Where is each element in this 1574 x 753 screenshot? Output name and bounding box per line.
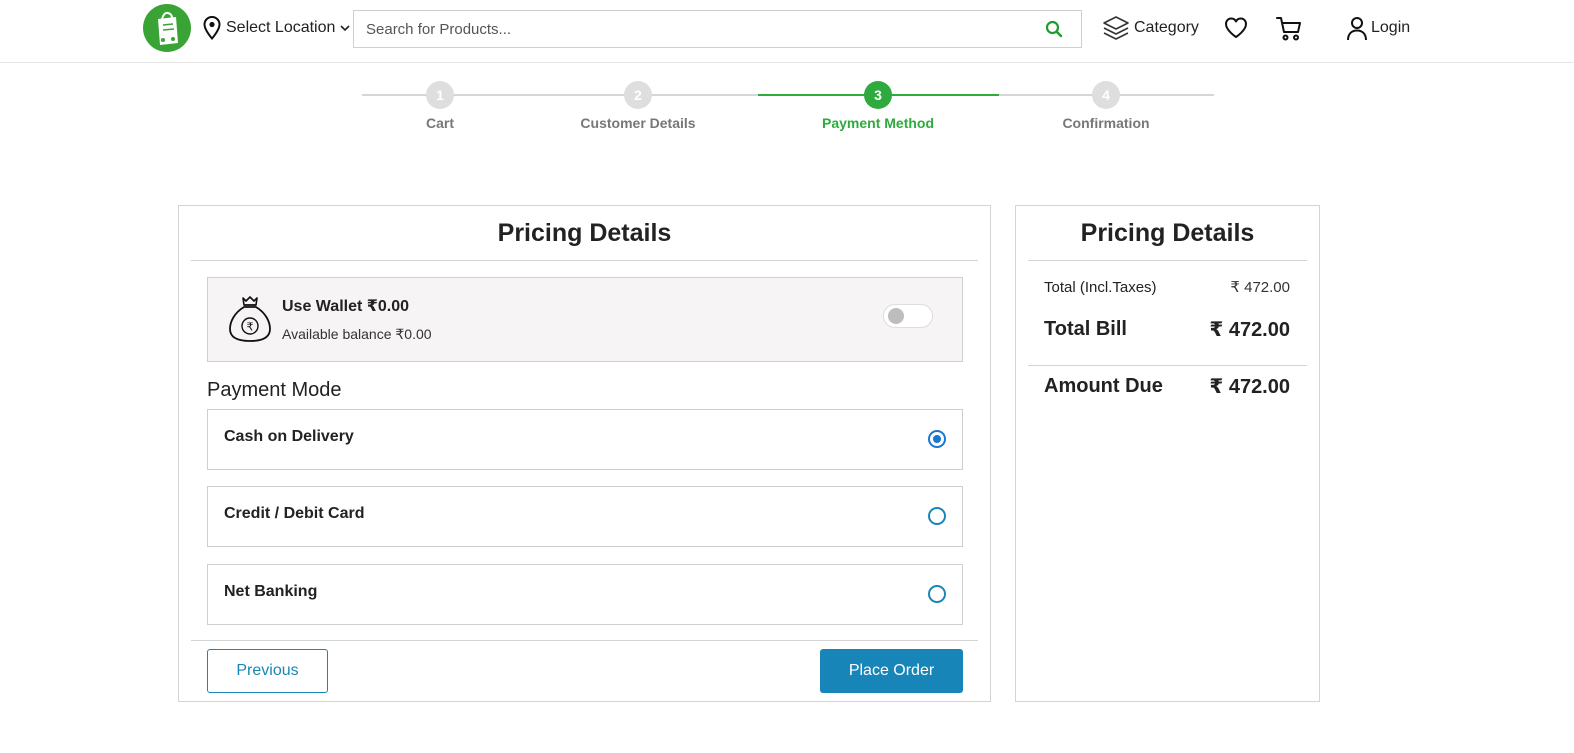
login-button[interactable]: Login bbox=[1346, 14, 1410, 42]
payment-card-title: Pricing Details bbox=[191, 206, 978, 261]
card-footer-divider bbox=[191, 640, 978, 641]
shopping-bag-logo-icon bbox=[158, 11, 178, 45]
select-location[interactable]: Select Location bbox=[203, 15, 350, 41]
radio-button[interactable] bbox=[928, 507, 946, 525]
login-label: Login bbox=[1371, 19, 1411, 36]
chevron-down-icon bbox=[340, 25, 350, 32]
payment-option-netbanking[interactable]: Net Banking bbox=[207, 564, 963, 625]
step-3-label: Payment Method bbox=[821, 115, 935, 131]
step-3-circle[interactable]: 3 bbox=[864, 81, 892, 109]
step-1-label: Cart bbox=[425, 115, 455, 131]
total-bill-value: ₹ 472.00 bbox=[1209, 319, 1290, 341]
checkout-stepper: 1 Cart 2 Customer Details 3 Payment Meth… bbox=[362, 80, 1214, 140]
place-order-button[interactable]: Place Order bbox=[820, 649, 963, 693]
search-button[interactable] bbox=[1027, 11, 1081, 47]
step-4-circle[interactable]: 4 bbox=[1092, 81, 1120, 109]
brand-logo[interactable] bbox=[143, 4, 191, 52]
total-incl-taxes-row: Total (Incl.Taxes) ₹ 472.00 bbox=[1044, 278, 1290, 297]
top-header: Select Location Category bbox=[0, 0, 1574, 63]
step-2-label: Customer Details bbox=[580, 115, 696, 131]
summary-divider bbox=[1028, 365, 1307, 366]
payment-card: Pricing Details ₹ Use Wallet ₹0.00 Avail… bbox=[178, 205, 991, 702]
location-pin-icon bbox=[203, 16, 221, 40]
amount-due-row: Amount Due ₹ 472.00 bbox=[1044, 374, 1290, 399]
payment-option-card[interactable]: Credit / Debit Card bbox=[207, 486, 963, 547]
total-bill-row: Total Bill ₹ 472.00 bbox=[1044, 317, 1290, 342]
search-icon bbox=[1045, 20, 1063, 38]
pricing-summary-card: Pricing Details Total (Incl.Taxes) ₹ 472… bbox=[1015, 205, 1320, 702]
step-2-circle[interactable]: 2 bbox=[624, 81, 652, 109]
amount-due-label: Amount Due bbox=[1044, 375, 1163, 397]
category-menu[interactable]: Category bbox=[1102, 14, 1199, 42]
payment-mode-heading: Payment Mode bbox=[207, 379, 342, 401]
payment-option-label: Cash on Delivery bbox=[224, 428, 354, 445]
user-icon bbox=[1347, 17, 1367, 41]
wallet-toggle[interactable] bbox=[883, 304, 933, 328]
search-input[interactable] bbox=[354, 11, 1027, 47]
shopping-cart-icon bbox=[1276, 17, 1301, 41]
toggle-knob bbox=[888, 308, 904, 324]
wishlist-button[interactable] bbox=[1223, 15, 1249, 41]
svg-text:₹: ₹ bbox=[247, 321, 254, 334]
wallet-balance: Available balance ₹0.00 bbox=[282, 326, 432, 342]
radio-button-selected[interactable] bbox=[928, 430, 946, 448]
payment-option-cod[interactable]: Cash on Delivery bbox=[207, 409, 963, 470]
heart-icon bbox=[1225, 17, 1247, 38]
step-1-circle[interactable]: 1 bbox=[426, 81, 454, 109]
previous-button[interactable]: Previous bbox=[207, 649, 328, 693]
stepper-line-completed bbox=[362, 94, 758, 96]
cart-button[interactable] bbox=[1275, 15, 1303, 43]
total-bill-label: Total Bill bbox=[1044, 318, 1127, 340]
wallet-title: Use Wallet ₹0.00 bbox=[282, 298, 410, 315]
total-value: ₹ 472.00 bbox=[1230, 279, 1290, 296]
location-label: Select Location bbox=[226, 19, 336, 36]
category-label: Category bbox=[1134, 19, 1199, 36]
radio-button[interactable] bbox=[928, 585, 946, 603]
summary-card-title: Pricing Details bbox=[1028, 206, 1307, 261]
money-bag-icon: ₹ bbox=[229, 296, 271, 342]
search-bar bbox=[353, 10, 1082, 48]
layers-icon bbox=[1103, 16, 1129, 40]
wallet-panel: ₹ Use Wallet ₹0.00 Available balance ₹0.… bbox=[207, 277, 963, 362]
payment-option-label: Net Banking bbox=[224, 583, 318, 600]
step-4-label: Confirmation bbox=[1062, 115, 1150, 131]
payment-option-label: Credit / Debit Card bbox=[224, 505, 365, 522]
amount-due-value: ₹ 472.00 bbox=[1209, 376, 1290, 398]
total-label: Total (Incl.Taxes) bbox=[1044, 278, 1157, 296]
